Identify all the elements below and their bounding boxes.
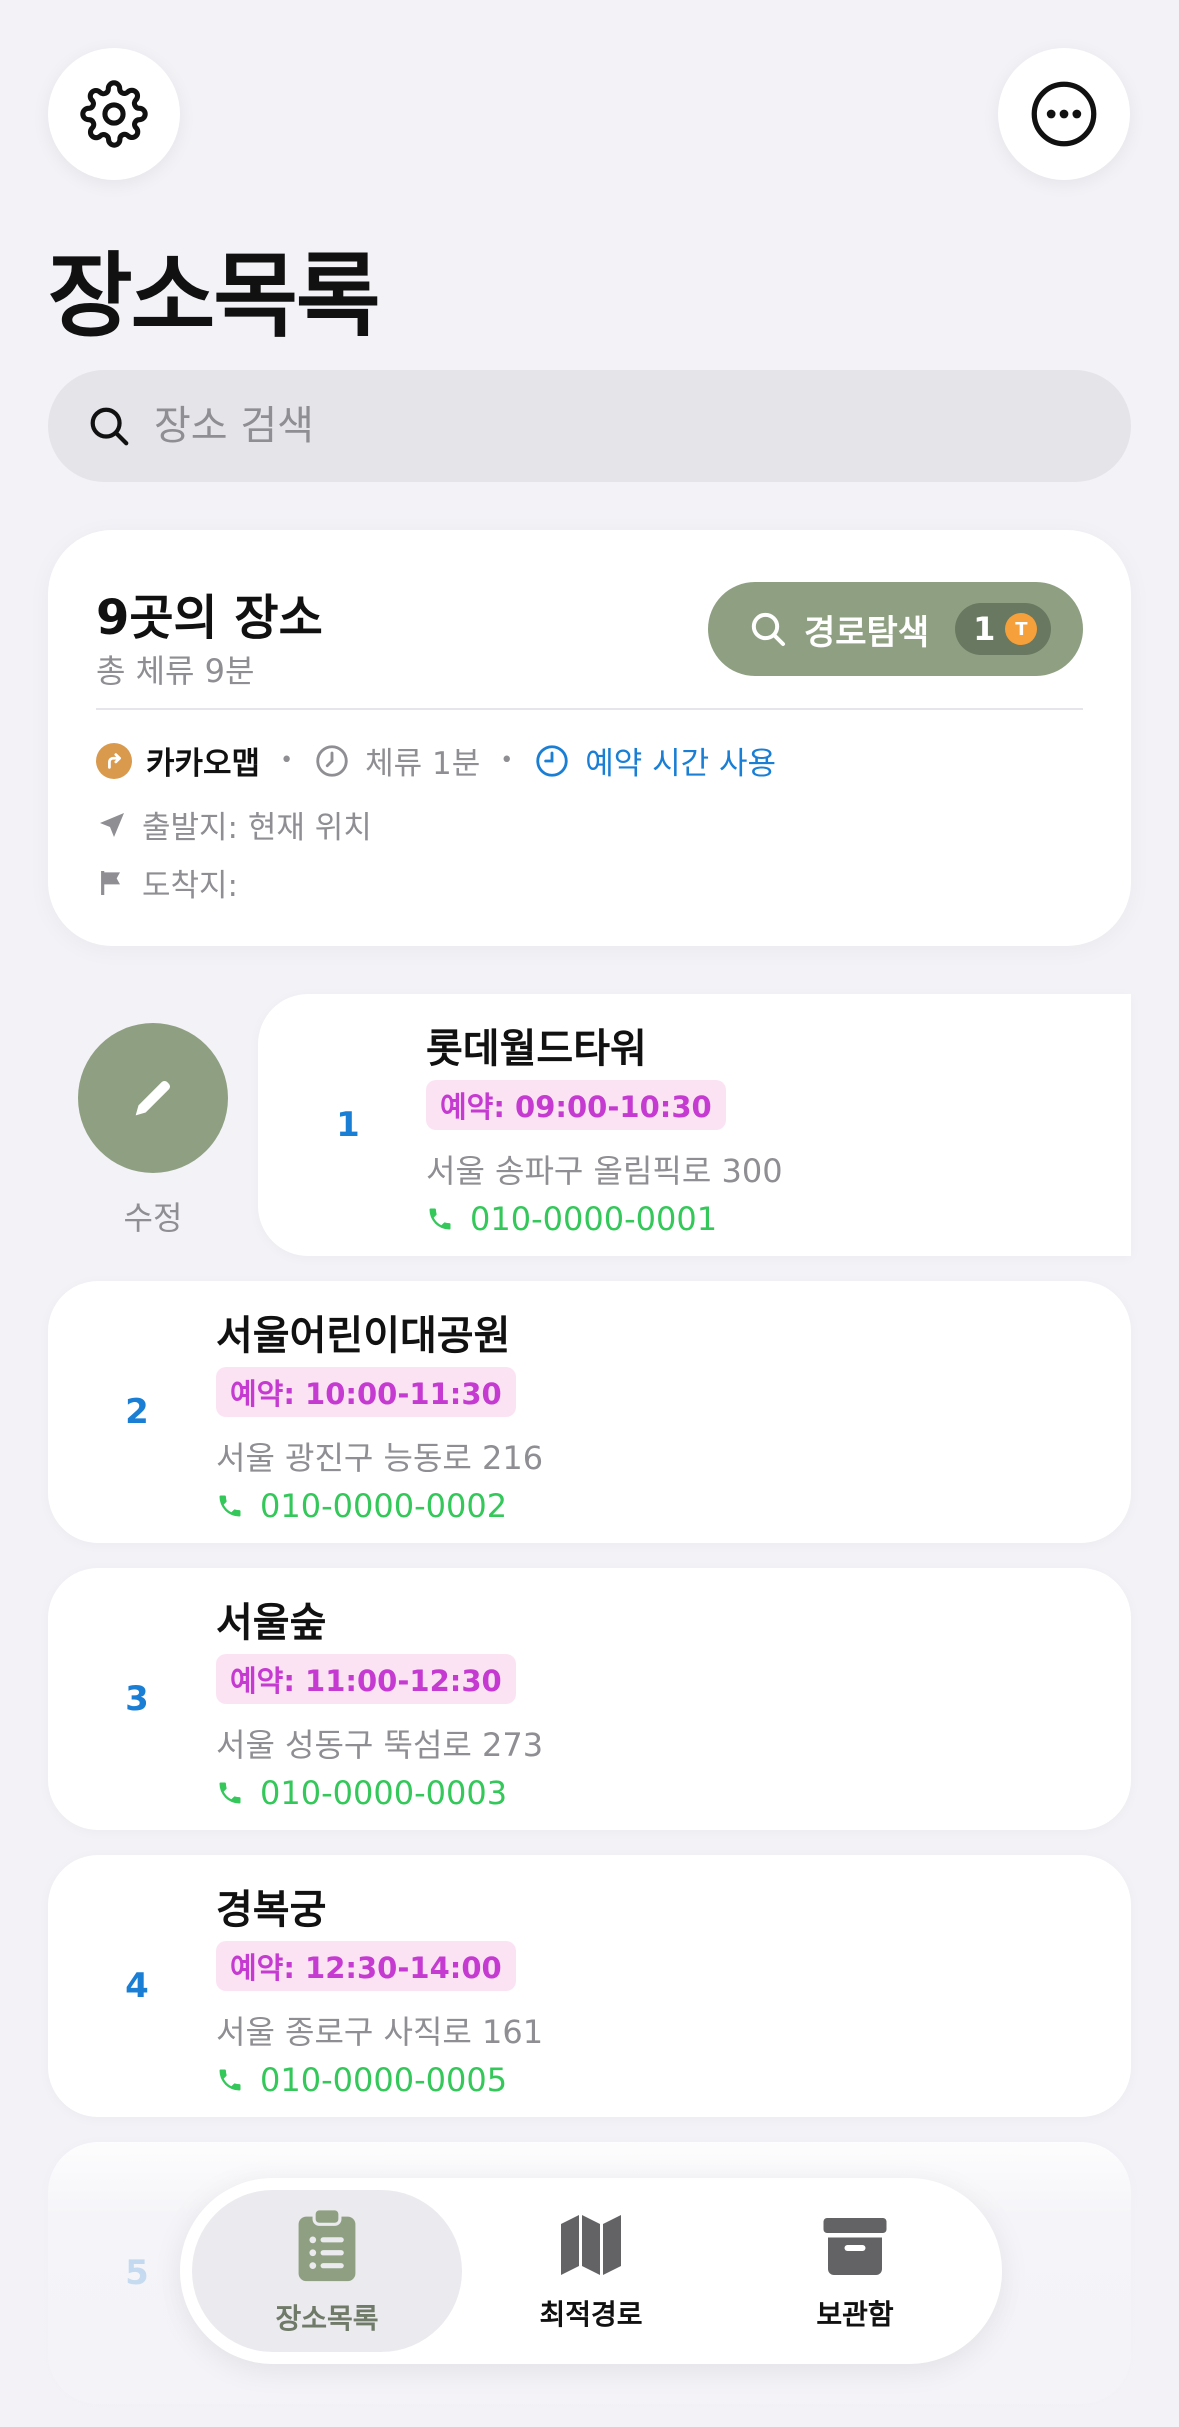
search-input[interactable] <box>154 403 1054 449</box>
edit-button[interactable] <box>78 1023 228 1173</box>
route-count: 1 <box>973 610 996 648</box>
tab-archive[interactable]: 보관함 <box>720 2190 990 2352</box>
map-icon <box>561 2215 621 2275</box>
route-search-label: 경로탐색 <box>804 612 930 653</box>
transit-t-icon: T <box>1005 613 1038 645</box>
place-name: 서울어린이대공원 <box>216 1313 511 1359</box>
search-icon <box>90 407 129 446</box>
place-phone[interactable]: 010-0000-0001 <box>426 1200 717 1238</box>
phone-icon <box>219 1495 241 1517</box>
tab-optimal-route[interactable]: 최적경로 <box>456 2190 726 2352</box>
tab-label: 장소목록 <box>275 2302 379 2335</box>
place-row[interactable]: 1 롯데월드타워 예약: 09:00-10:30 서울 송파구 올림픽로 300… <box>258 994 1131 1256</box>
search-bar[interactable] <box>48 370 1131 482</box>
search-icon <box>751 612 785 646</box>
place-order-number: 4 <box>125 1966 149 2006</box>
place-count-title: 9곳의 장소 <box>96 590 323 646</box>
place-phone[interactable]: 010-0000-0003 <box>216 1774 507 1812</box>
phone-number: 010-0000-0002 <box>260 1487 508 1525</box>
tab-place-list[interactable]: 장소목록 <box>192 2190 462 2352</box>
map-app-label[interactable]: 카카오맵 <box>146 738 260 783</box>
phone-icon <box>429 1208 451 1230</box>
phone-icon <box>219 2069 241 2091</box>
place-order-number: 2 <box>125 1392 149 1432</box>
origin-row[interactable]: 출발지: 현재 위치 <box>96 802 372 847</box>
archive-box-icon <box>823 2218 887 2275</box>
pencil-icon <box>135 1080 171 1116</box>
reservation-badge: 예약: 10:00-11:30 <box>216 1367 516 1417</box>
reservation-badge: 예약: 09:00-10:30 <box>426 1080 726 1130</box>
place-order-number: 1 <box>336 1105 360 1145</box>
origin-label: 출발지: 현재 위치 <box>142 810 372 846</box>
edit-swipe-action[interactable]: 수정 <box>78 1023 228 1239</box>
place-phone[interactable]: 010-0000-0005 <box>216 2061 507 2099</box>
divider <box>96 708 1083 710</box>
destination-label: 도착지: <box>142 868 239 904</box>
total-stay-label: 총 체류 9분 <box>96 652 255 690</box>
place-address: 서울 광진구 능동로 216 <box>216 1439 544 1477</box>
flag-icon <box>101 870 120 895</box>
phone-icon <box>219 1782 241 1804</box>
place-address: 서울 성동구 뚝섬로 273 <box>216 1726 544 1764</box>
place-name: 롯데월드타워 <box>426 1026 647 1072</box>
gear-icon <box>80 80 148 148</box>
ellipsis-circle-icon <box>1031 81 1097 147</box>
reservation-badge: 예약: 12:30-14:00 <box>216 1941 516 1991</box>
separator-dot: • <box>500 748 514 773</box>
destination-row[interactable]: 도착지: <box>96 860 238 905</box>
place-row[interactable]: 3 서울숲 예약: 11:00-12:30 서울 성동구 뚝섬로 273 010… <box>48 1568 1131 1830</box>
place-row[interactable]: 2 서울어린이대공원 예약: 10:00-11:30 서울 광진구 능동로 21… <box>48 1281 1131 1543</box>
place-address: 서울 송파구 올림픽로 300 <box>426 1152 783 1190</box>
place-address: 서울 종로구 사직로 161 <box>216 2013 544 2051</box>
tab-label: 최적경로 <box>539 2298 643 2331</box>
phone-number: 010-0000-0003 <box>260 1774 508 1812</box>
reservation-badge: 예약: 11:00-12:30 <box>216 1654 516 1704</box>
place-name: 서울숲 <box>216 1600 327 1646</box>
separator-dot: • <box>280 748 294 773</box>
place-order-number: 3 <box>125 1679 149 1719</box>
tab-bar: 장소목록 최적경로 보관함 <box>180 2178 1002 2364</box>
edit-label: 수정 <box>123 1199 183 1237</box>
place-name: 경복궁 <box>216 1887 327 1933</box>
route-search-button[interactable]: 경로탐색 1 T <box>708 582 1083 676</box>
page-title: 장소목록 <box>48 243 381 350</box>
route-count-badge: 1 T <box>955 603 1052 655</box>
route-options-row: 카카오맵 • 체류 1분 • 예약 시간 사용 <box>96 738 776 783</box>
place-phone[interactable]: 010-0000-0002 <box>216 1487 507 1525</box>
clock-icon <box>536 744 568 777</box>
clipboard-list-icon <box>298 2207 356 2282</box>
map-app-icon[interactable] <box>96 742 132 779</box>
phone-number: 010-0000-0001 <box>470 1200 718 1238</box>
more-options-button[interactable] <box>998 48 1130 180</box>
route-summary-card: 9곳의 장소 총 체류 9분 경로탐색 1 T 카카오맵 • 체류 1분 • 예… <box>48 530 1131 946</box>
location-arrow-icon <box>100 812 124 837</box>
tab-label: 보관함 <box>816 2298 894 2331</box>
timer-icon <box>316 744 348 777</box>
place-row[interactable]: 4 경복궁 예약: 12:30-14:00 서울 종로구 사직로 161 010… <box>48 1855 1131 2117</box>
settings-button[interactable] <box>48 48 180 180</box>
phone-number: 010-0000-0005 <box>260 2061 508 2099</box>
reservation-time-toggle[interactable]: 예약 시간 사용 <box>585 738 776 783</box>
stay-duration-label[interactable]: 체류 1분 <box>365 738 480 783</box>
